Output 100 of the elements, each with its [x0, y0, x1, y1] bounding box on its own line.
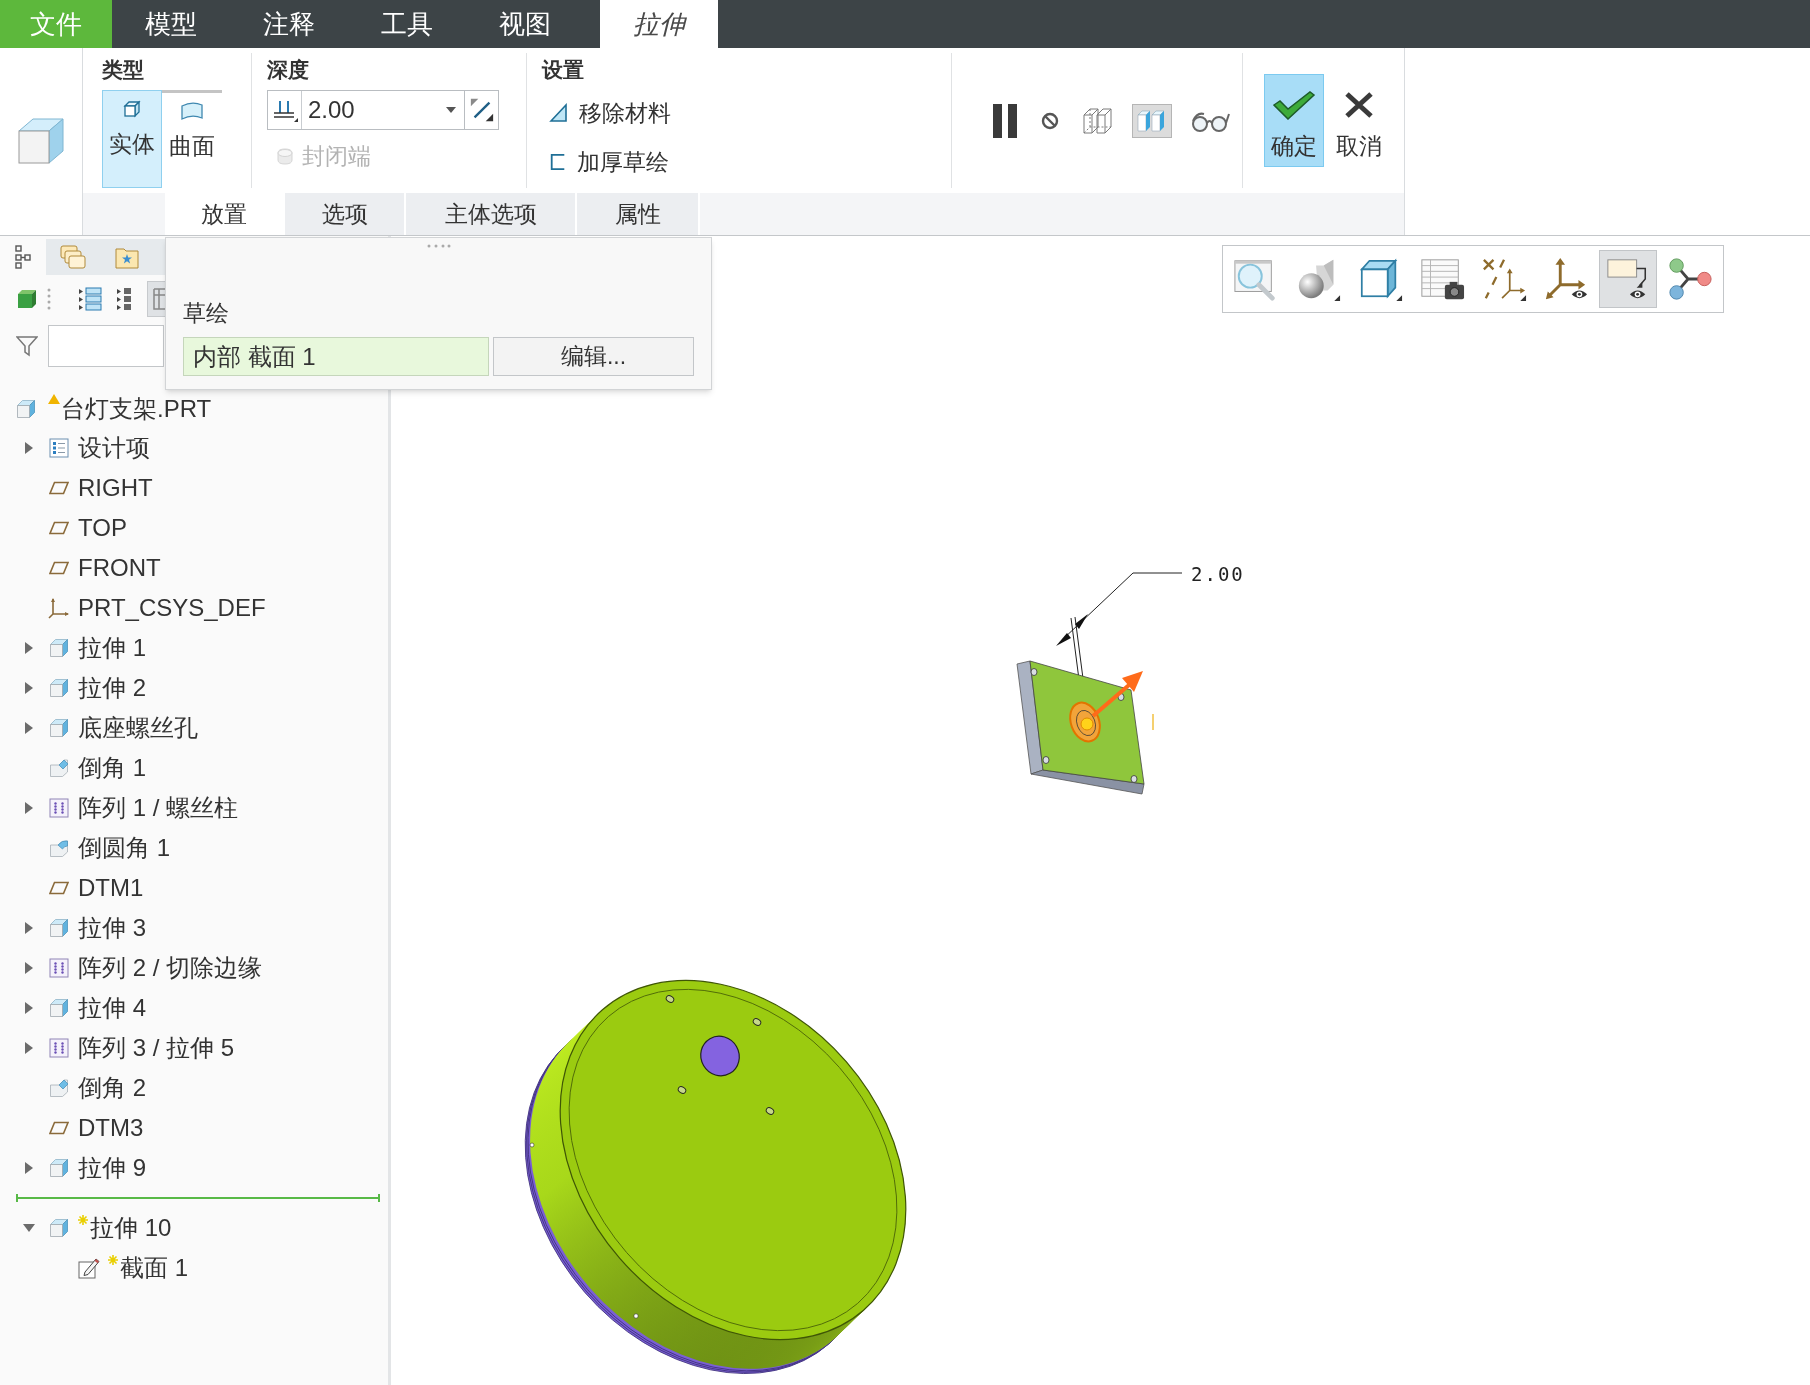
expand-arrow-icon[interactable]	[24, 1001, 34, 1015]
cube-icon	[49, 718, 69, 738]
tree-item-label[interactable]: 倒角 2	[78, 1074, 146, 1102]
tree-item-label[interactable]: 拉伸 9	[78, 1154, 146, 1182]
axes-eye-icon	[1543, 256, 1589, 302]
menu-tab[interactable]: 工具	[348, 0, 466, 48]
cube-icon[interactable]	[17, 289, 37, 309]
tree-item-label[interactable]: 阵列 2 / 切除边缘	[78, 954, 263, 982]
columns-button[interactable]	[147, 281, 167, 317]
dimension-label: 2.00	[1191, 562, 1245, 586]
tree-structure-icon	[15, 245, 31, 269]
panel-tab[interactable]: 属性	[577, 193, 700, 235]
tree-item-label[interactable]: 拉伸 2	[78, 674, 146, 702]
flip-direction-button[interactable]	[465, 90, 499, 130]
caret-icon[interactable]	[446, 107, 456, 113]
depth-field[interactable]: 2.00	[267, 90, 465, 130]
expand-arrow-icon[interactable]	[24, 1161, 34, 1175]
expand-arrow-icon[interactable]	[24, 801, 34, 815]
axes-icon	[48, 597, 70, 619]
list-icon[interactable]	[78, 287, 102, 311]
insert-marker[interactable]	[16, 1194, 380, 1202]
folder-star-icon	[115, 245, 139, 269]
tree-item-label[interactable]: 台灯支架.PRT	[61, 395, 212, 423]
section-title: 草绘	[183, 300, 229, 326]
cube-icon	[49, 678, 69, 698]
panel-tab[interactable]: 放置	[165, 193, 285, 235]
tree-item-label[interactable]: DTM3	[78, 1114, 144, 1142]
tree-item-label[interactable]: PRT_CSYS_DEF	[78, 594, 266, 622]
beveled-block-icon	[49, 1078, 69, 1098]
tree-item-label[interactable]: 倒圆角 1	[78, 834, 170, 862]
confirm-button[interactable]: 确定	[1264, 74, 1324, 167]
pause-icon	[993, 103, 1017, 138]
tree-item-label[interactable]: 拉伸 1	[78, 634, 146, 662]
pencil-icon	[78, 1257, 100, 1279]
expand-arrow-icon[interactable]	[24, 681, 34, 695]
dot-grid-icon	[49, 958, 69, 978]
menu-tab[interactable]: 模型	[112, 0, 230, 48]
cube-icon	[49, 998, 69, 1018]
menu-tab[interactable]: 注释	[230, 0, 348, 48]
parallelogram-icon	[49, 561, 69, 575]
wireframe-cube-icon	[1083, 106, 1113, 135]
expand-arrow-icon[interactable]	[24, 961, 34, 975]
expand-arrow-icon[interactable]	[24, 641, 34, 655]
cube-icon	[49, 638, 69, 658]
panel-tab[interactable]	[0, 239, 46, 275]
cylinder-icon	[275, 147, 295, 165]
search-field[interactable]	[48, 325, 164, 367]
setting-toggle-button[interactable]: 移除材料	[542, 97, 678, 129]
grip-handle-icon	[47, 288, 51, 310]
prohibit-icon	[1041, 111, 1059, 130]
type-toggle-button[interactable]: 曲面	[162, 90, 222, 188]
tree-item-label[interactable]: RIGHT	[78, 474, 153, 502]
sketch-field[interactable]: 内部 截面 1	[183, 337, 489, 376]
group-title: 类型	[102, 58, 144, 82]
cancel-button[interactable]: 取消	[1329, 74, 1389, 167]
tree-item-label[interactable]: DTM1	[78, 874, 144, 902]
node-graph-icon	[1667, 256, 1713, 302]
table-icon	[153, 288, 167, 310]
bracket-icon	[549, 152, 567, 172]
group-title: 深度	[267, 58, 309, 82]
expand-arrow-icon[interactable]	[24, 441, 34, 455]
tree-item-label[interactable]: 底座螺丝孔	[78, 714, 198, 742]
menu-tab[interactable]: 拉伸	[600, 0, 718, 48]
type-toggle-button[interactable]: 实体	[102, 90, 162, 188]
tree-item-label[interactable]: 阵列 1 / 螺丝柱	[78, 794, 239, 822]
diagonal-arrow-icon	[468, 97, 495, 123]
cube-icon	[17, 115, 65, 167]
panel-tab[interactable]: 选项	[285, 193, 406, 235]
expand-arrow-icon[interactable]	[24, 921, 34, 935]
menu-tab[interactable]: 视图	[466, 0, 584, 48]
expand-arrow-icon[interactable]	[24, 721, 34, 735]
tree-item-label[interactable]: 拉伸 3	[78, 914, 146, 942]
group-title: 设置	[542, 58, 584, 82]
dot-grid-icon	[49, 798, 69, 818]
tree-item-label[interactable]: 截面 1	[120, 1254, 188, 1282]
tree-item-label[interactable]: 拉伸 4	[78, 994, 146, 1022]
cube-icon	[49, 918, 69, 938]
view-toolbar-button[interactable]	[1599, 250, 1657, 308]
setting-toggle-button[interactable]: 加厚草绘	[542, 146, 676, 178]
parallelogram-icon	[49, 881, 69, 895]
cube-icon	[49, 1158, 69, 1178]
tree-item-label[interactable]: 拉伸 10	[90, 1214, 172, 1242]
triangle-icon	[549, 103, 569, 123]
list-icon	[49, 438, 69, 458]
tree-item-label[interactable]: 倒角 1	[78, 754, 146, 782]
beveled-block-icon	[49, 758, 69, 778]
depth-icon	[271, 98, 298, 122]
tree-item-label[interactable]: 阵列 3 / 拉伸 5	[78, 1034, 235, 1062]
filter-icon[interactable]	[16, 335, 38, 357]
expand-list-icon[interactable]	[116, 287, 132, 311]
tree-item-label[interactable]: TOP	[78, 514, 127, 542]
panel-tab[interactable]: 主体选项	[406, 193, 577, 235]
parallelogram-icon	[49, 521, 69, 535]
edit-button[interactable]: 编辑...	[493, 337, 694, 376]
collapse-arrow-icon[interactable]	[22, 1223, 36, 1233]
expand-arrow-icon[interactable]	[24, 1041, 34, 1055]
tree-item-label[interactable]: FRONT	[78, 554, 161, 582]
cube-icon	[122, 99, 142, 119]
datum-axes-icon	[1481, 256, 1527, 302]
tree-item-label[interactable]: 设计项	[78, 434, 150, 462]
